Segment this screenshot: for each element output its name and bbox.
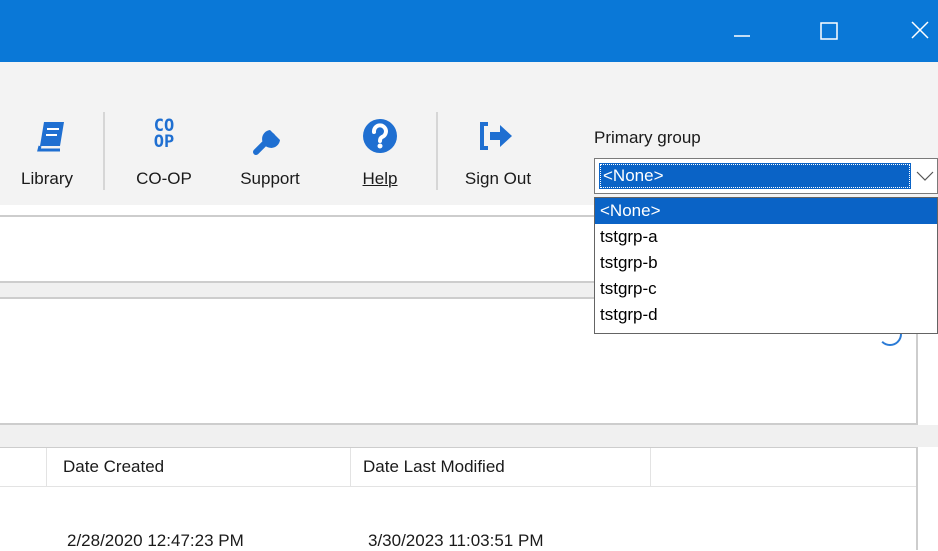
primary-group-selected-value: <None> — [599, 163, 911, 189]
sign-out-label: Sign Out — [464, 169, 532, 188]
column-header-date-last-modified[interactable]: Date Last Modified — [363, 457, 505, 477]
dropdown-option[interactable]: tstgrp-a — [595, 224, 937, 250]
coop-icon: CO OP — [153, 116, 175, 152]
dropdown-option[interactable]: <None> — [595, 198, 937, 224]
primary-group-label: Primary group — [594, 128, 701, 147]
coop-label: CO-OP — [136, 169, 192, 188]
panel-gap — [0, 425, 938, 447]
sign-out-icon — [480, 122, 512, 150]
support-label: Support — [240, 169, 300, 188]
chevron-down-icon[interactable] — [913, 159, 937, 193]
minimize-button[interactable] — [710, 0, 770, 62]
toolbar-separator — [103, 112, 105, 190]
dropdown-option[interactable]: tstgrp-b — [595, 250, 937, 276]
grid-header-row: Date Created Date Last Modified — [0, 448, 916, 487]
column-divider[interactable] — [650, 448, 651, 486]
column-divider[interactable] — [46, 448, 47, 486]
dropdown-option[interactable]: tstgrp-d — [595, 302, 937, 328]
maximize-button[interactable] — [800, 0, 860, 62]
minimize-icon — [734, 35, 750, 37]
wrench-icon — [253, 124, 284, 155]
maximize-icon — [820, 22, 838, 40]
primary-group-dropdown-list: <None> tstgrp-a tstgrp-b tstgrp-c tstgrp… — [594, 197, 938, 334]
close-icon — [911, 21, 929, 39]
close-window-button[interactable] — [890, 0, 938, 62]
column-header-date-created[interactable]: Date Created — [63, 457, 164, 477]
book-icon — [37, 122, 64, 152]
toolbar-separator — [436, 112, 438, 190]
data-grid: Date Created Date Last Modified 2/28/202… — [0, 447, 918, 550]
primary-group-select[interactable]: <None> — [594, 158, 938, 194]
title-bar — [0, 0, 938, 62]
cell-date-last-modified[interactable]: 3/30/2023 11:03:51 PM — [368, 531, 544, 551]
library-label: Library — [21, 169, 73, 188]
help-label: Help — [362, 169, 398, 188]
cell-date-created[interactable]: 2/28/2020 12:47:23 PM — [67, 531, 244, 551]
question-icon — [363, 119, 397, 153]
dropdown-option[interactable]: tstgrp-c — [595, 276, 937, 302]
column-divider[interactable] — [350, 448, 351, 486]
